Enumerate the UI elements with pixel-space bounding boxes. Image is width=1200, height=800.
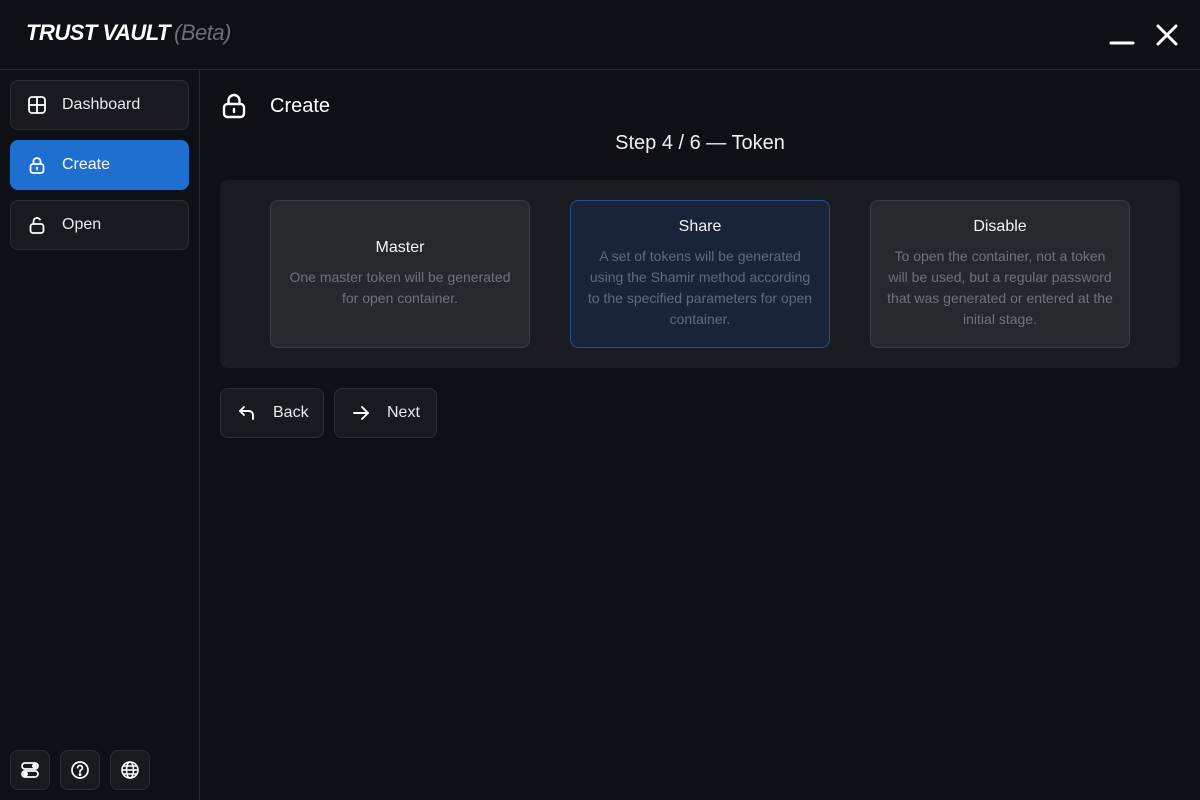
- option-description: A set of tokens will be generated using …: [587, 248, 813, 327]
- grid-icon: [27, 95, 47, 115]
- app-window: TRUST VAULT (Beta) Dashboard Create Open…: [0, 0, 1200, 800]
- option-card-share[interactable]: Share A set of tokens will be generated …: [570, 200, 830, 348]
- app-name: TRUST VAULT: [26, 20, 171, 45]
- page-header: Create: [220, 90, 330, 122]
- title-bar: TRUST VAULT (Beta): [0, 0, 1200, 70]
- help-button[interactable]: [60, 750, 100, 790]
- minimize-icon: [1109, 41, 1135, 45]
- sidebar-item-create[interactable]: Create: [10, 140, 189, 190]
- option-title: Master: [375, 239, 425, 256]
- app-title: TRUST VAULT (Beta): [26, 20, 231, 46]
- sidebar-item-dashboard[interactable]: Dashboard: [10, 80, 189, 130]
- settings-toggle-icon: [21, 762, 39, 778]
- help-icon: [71, 761, 89, 779]
- option-description: One master token will be generated for o…: [289, 269, 511, 306]
- back-button[interactable]: Back: [220, 388, 324, 438]
- option-card-disable[interactable]: Disable To open the container, not a tok…: [870, 200, 1130, 348]
- step-title: Step 4 / 6 — Token: [615, 132, 785, 154]
- unlock-icon: [27, 215, 47, 235]
- beta-badge: (Beta): [174, 20, 231, 45]
- arrow-right-icon: [353, 406, 369, 420]
- globe-icon: [121, 761, 139, 779]
- next-button[interactable]: Next: [334, 388, 437, 438]
- page-title: Create: [270, 94, 331, 117]
- option-title: Share: [678, 218, 722, 235]
- back-button-label: Back: [273, 404, 309, 421]
- settings-button[interactable]: [10, 750, 50, 790]
- option-title: Disable: [973, 218, 1027, 235]
- back-arrow-icon: [239, 406, 254, 420]
- sidebar: Dashboard Create Open: [0, 70, 200, 800]
- close-button[interactable]: [1150, 18, 1184, 52]
- lock-icon: [222, 93, 246, 119]
- sidebar-item-label: Dashboard: [62, 96, 141, 113]
- minimize-button[interactable]: [1105, 18, 1139, 52]
- next-button-label: Next: [387, 404, 420, 421]
- token-options-panel: Master One master token will be generate…: [220, 180, 1180, 368]
- sidebar-item-label: Open: [62, 216, 102, 233]
- lock-icon: [27, 155, 47, 175]
- language-button[interactable]: [110, 750, 150, 790]
- option-description: To open the container, not a token will …: [887, 248, 1113, 327]
- close-icon: [1156, 24, 1178, 46]
- sidebar-item-open[interactable]: Open: [10, 200, 189, 250]
- sidebar-item-label: Create: [62, 156, 111, 173]
- option-card-master[interactable]: Master One master token will be generate…: [270, 200, 530, 348]
